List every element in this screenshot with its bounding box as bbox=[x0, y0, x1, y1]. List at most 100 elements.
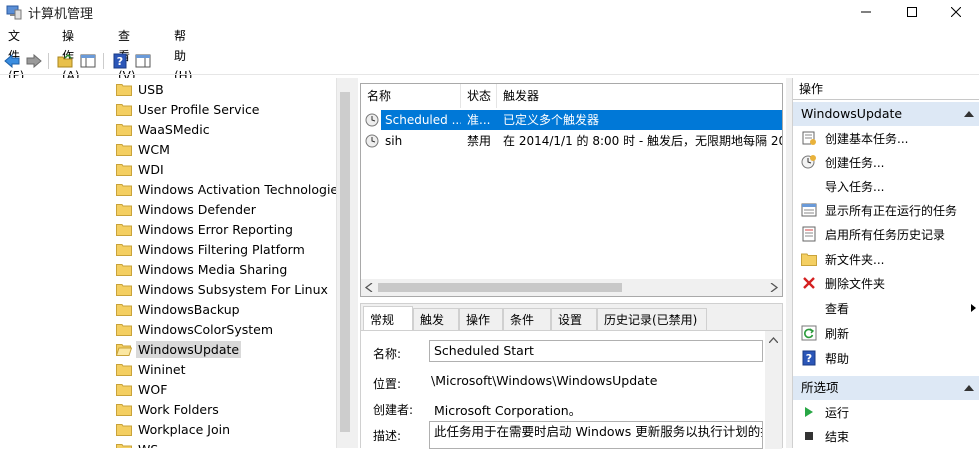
tree-item[interactable]: WindowsBackup bbox=[116, 299, 240, 319]
folder-icon bbox=[116, 263, 132, 276]
author-label: 创建者: bbox=[373, 403, 414, 417]
tree-scrollbar-thumb[interactable] bbox=[340, 92, 350, 432]
folder-icon bbox=[116, 243, 132, 256]
menu-view[interactable]: 查看(V) bbox=[116, 26, 138, 83]
column-header-trigger[interactable]: 触发器 bbox=[497, 84, 782, 108]
tree-item[interactable]: Windows Subsystem For Linux bbox=[116, 279, 328, 299]
clock-icon bbox=[365, 110, 381, 130]
tab-conditions[interactable]: 条件 bbox=[503, 308, 551, 330]
console-tree: USB User Profile Service WaaSMedic WCM W… bbox=[0, 78, 352, 448]
menu-action[interactable]: 操作(A) bbox=[60, 26, 82, 83]
action-new-folder[interactable]: 新文件夹... bbox=[793, 247, 979, 271]
menu-help[interactable]: 帮助(H) bbox=[172, 26, 194, 83]
action-create-basic-task[interactable]: 创建基本任务... bbox=[793, 126, 979, 150]
general-tab-body: 名称: Scheduled Start 位置: \Microsoft\Windo… bbox=[361, 330, 782, 449]
tree-item[interactable]: Work Folders bbox=[116, 399, 219, 419]
clock-icon bbox=[365, 131, 381, 151]
action-end[interactable]: 结束 bbox=[793, 424, 979, 448]
folder-icon bbox=[116, 443, 132, 448]
computer-management-icon bbox=[6, 4, 22, 20]
create-basic-task-icon bbox=[801, 130, 817, 146]
tab-actions[interactable]: 操作 bbox=[459, 308, 503, 330]
tree-item[interactable]: USB bbox=[116, 79, 164, 99]
delete-icon bbox=[801, 275, 817, 291]
task-list-hscrollbar[interactable] bbox=[361, 279, 782, 296]
tab-triggers[interactable]: 触发器 bbox=[413, 308, 459, 349]
import-task-icon bbox=[801, 178, 817, 194]
tab-history[interactable]: 历史记录(已禁用) bbox=[597, 308, 707, 330]
folder-icon bbox=[116, 203, 132, 216]
author-value: Microsoft Corporation。 bbox=[434, 403, 582, 418]
task-list: 名称 状态 触发器 Scheduled ... 准... 已定义多个触发器 si… bbox=[360, 83, 783, 297]
tree-item[interactable]: Windows Defender bbox=[116, 199, 256, 219]
tab-general[interactable]: 常规 bbox=[363, 306, 413, 330]
task-row[interactable]: sih 禁用 在 2014/1/1 的 8:00 时 - 触发后，无限期地每隔 … bbox=[361, 131, 782, 151]
tree-item[interactable]: WDI bbox=[116, 159, 164, 179]
forward-button[interactable] bbox=[24, 51, 44, 71]
help-icon[interactable]: ? bbox=[110, 51, 130, 71]
actions-section-selected-item[interactable]: 所选项 bbox=[793, 376, 979, 400]
collapse-icon[interactable] bbox=[964, 385, 974, 391]
show-hide-action-pane-icon[interactable] bbox=[133, 51, 153, 71]
close-button[interactable] bbox=[933, 0, 979, 24]
tree-item[interactable]: WaaSMedic bbox=[116, 119, 210, 139]
pane-splitter[interactable] bbox=[352, 78, 358, 448]
folder-icon bbox=[116, 403, 132, 416]
properties-scrollbar[interactable] bbox=[765, 331, 782, 449]
column-header-status[interactable]: 状态 bbox=[461, 84, 497, 108]
folder-icon bbox=[116, 123, 132, 136]
help-icon: ? bbox=[801, 350, 817, 366]
tree-item[interactable]: Windows Error Reporting bbox=[116, 219, 293, 239]
tab-settings[interactable]: 设置 bbox=[551, 308, 597, 330]
location-value: \Microsoft\Windows\WindowsUpdate bbox=[431, 373, 658, 388]
action-create-task[interactable]: 创建任务... bbox=[793, 150, 979, 174]
scroll-up-icon bbox=[769, 337, 778, 343]
action-delete-folder[interactable]: 删除文件夹 bbox=[793, 271, 979, 295]
task-list-hscroll-thumb[interactable] bbox=[378, 283, 622, 292]
actions-pane: 操作 WindowsUpdate 创建基本任务... 创建任务... 导入任务.… bbox=[792, 78, 979, 448]
show-hide-console-tree-icon[interactable] bbox=[78, 51, 98, 71]
tree-item[interactable]: User Profile Service bbox=[116, 99, 260, 119]
menu-file[interactable]: 文件(F) bbox=[6, 26, 26, 83]
task-history-icon bbox=[801, 226, 817, 242]
action-import-task[interactable]: 导入任务... bbox=[793, 174, 979, 198]
actions-section-windowsupdate[interactable]: WindowsUpdate bbox=[793, 102, 979, 126]
folder-icon bbox=[116, 363, 132, 376]
column-header-name[interactable]: 名称 bbox=[361, 84, 461, 108]
tree-item[interactable]: WCM bbox=[116, 139, 170, 159]
minimize-button[interactable] bbox=[843, 0, 889, 24]
tree-item[interactable]: Workplace Join bbox=[116, 419, 230, 439]
toolbar: ? bbox=[0, 48, 979, 75]
up-folder-icon[interactable] bbox=[55, 51, 75, 71]
action-display-running-tasks[interactable]: 显示所有正在运行的任务 bbox=[793, 198, 979, 222]
tree-item[interactable]: Windows Media Sharing bbox=[116, 259, 287, 279]
action-enable-task-history[interactable]: 启用所有任务历史记录 bbox=[793, 222, 979, 246]
view-icon bbox=[801, 300, 817, 316]
action-view[interactable]: 查看 bbox=[793, 296, 979, 320]
action-help[interactable]: ? 帮助 bbox=[793, 346, 979, 370]
tree-item[interactable]: Windows Activation Technologies bbox=[116, 179, 345, 199]
tree-item[interactable]: Windows Filtering Platform bbox=[116, 239, 305, 259]
action-run[interactable]: 运行 bbox=[793, 400, 979, 424]
new-folder-icon bbox=[801, 251, 817, 267]
task-properties: 常规 触发器 操作 条件 设置 历史记录(已禁用) 名称: Scheduled … bbox=[360, 303, 783, 449]
scroll-right-icon bbox=[770, 283, 778, 292]
actions-title: 操作 bbox=[793, 78, 979, 100]
tree-item[interactable]: WOF bbox=[116, 379, 167, 399]
tree-item[interactable]: WindowsColorSystem bbox=[116, 319, 273, 339]
open-folder-icon bbox=[116, 343, 132, 356]
action-refresh[interactable]: 刷新 bbox=[793, 321, 979, 345]
tree-item-windowsupdate[interactable]: WindowsUpdate bbox=[116, 339, 242, 359]
collapse-icon[interactable] bbox=[964, 111, 974, 117]
folder-icon bbox=[116, 303, 132, 316]
refresh-icon bbox=[801, 325, 817, 341]
tree-scrollbar[interactable] bbox=[336, 78, 352, 448]
svg-text:?: ? bbox=[117, 55, 123, 68]
description-field[interactable]: 此任务用于在需要时启动 Windows 更新服务以执行计划的操作 bbox=[429, 421, 763, 449]
task-row[interactable]: Scheduled ... 准... 已定义多个触发器 bbox=[361, 110, 782, 130]
tree-item[interactable]: WS bbox=[116, 439, 158, 448]
task-name-field[interactable]: Scheduled Start bbox=[429, 340, 763, 362]
maximize-button[interactable] bbox=[889, 0, 935, 24]
back-button[interactable] bbox=[2, 51, 22, 71]
tree-item[interactable]: Wininet bbox=[116, 359, 185, 379]
